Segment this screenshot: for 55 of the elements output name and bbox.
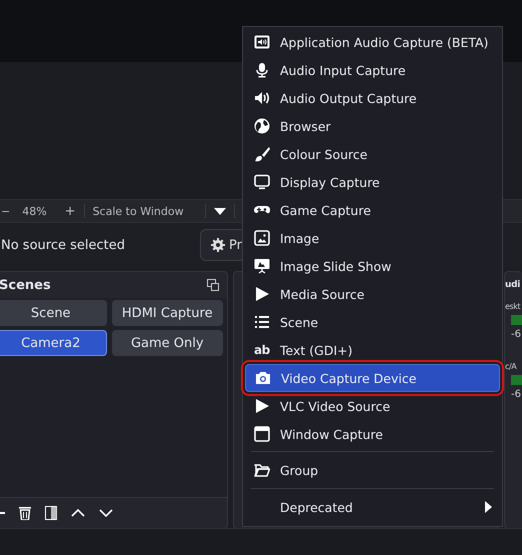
volume-meter — [511, 315, 522, 325]
image-icon — [254, 230, 270, 246]
camera-icon — [255, 370, 271, 386]
scene-button[interactable]: Camera2 — [0, 330, 106, 356]
dropdown-caret-icon — [214, 208, 226, 214]
scene-button[interactable]: Game Only — [112, 330, 223, 356]
zoom-level: 48% — [22, 204, 47, 218]
list-icon — [254, 314, 270, 330]
panel-title: udi — [505, 280, 520, 290]
submenu-item[interactable]: Deprecated — [245, 492, 500, 522]
volume-meter — [511, 375, 522, 385]
zoom-in-button[interactable]: + — [64, 204, 76, 218]
globe-icon — [254, 118, 270, 134]
menu-item[interactable]: Media Source — [245, 280, 500, 308]
brush-icon — [254, 146, 270, 162]
menu-item[interactable]: Application Audio Capture (BETA) — [245, 28, 500, 56]
window-icon — [254, 426, 270, 442]
no-source-label: No source selected — [1, 238, 126, 252]
scale-mode-dropdown[interactable]: Scale to Window — [92, 204, 184, 218]
menu-item[interactable]: Window Capture — [245, 420, 500, 448]
folder-icon — [254, 462, 270, 478]
scene-button[interactable]: HDMI Capture — [112, 300, 223, 326]
menu-item[interactable]: Image — [245, 224, 500, 252]
menu-item[interactable]: Group — [245, 455, 500, 485]
gear-icon — [211, 238, 225, 252]
meter-scale-label: -6 — [510, 389, 522, 400]
channel-name: eskt — [505, 302, 522, 311]
menu-item[interactable]: VLC Video Source — [245, 392, 500, 420]
channel-name: c/A — [505, 362, 518, 371]
play-icon — [254, 398, 270, 414]
play-icon — [254, 286, 270, 302]
menu-item[interactable]: Scene — [245, 308, 500, 336]
menu-item[interactable]: Image Slide Show — [245, 252, 500, 280]
trash-icon — [19, 506, 31, 520]
meter-scale-label: -6 — [510, 329, 522, 340]
menu-item[interactable]: Game Capture — [245, 196, 500, 224]
speaker-icon — [254, 90, 270, 106]
panel-title: Scenes — [0, 278, 51, 292]
move-down-icon — [99, 509, 113, 517]
slideshow-icon — [254, 258, 270, 274]
scene-button[interactable]: Scene — [0, 300, 106, 326]
undock-icon — [207, 279, 219, 291]
menu-item[interactable]: Audio Input Capture — [245, 56, 500, 84]
microphone-icon — [254, 62, 270, 78]
monitor-icon — [254, 174, 270, 190]
menu-item[interactable]: Display Capture — [245, 168, 500, 196]
move-up-icon — [71, 509, 85, 517]
speaker-window-icon — [254, 34, 270, 50]
menu-item[interactable]: Browser — [245, 112, 500, 140]
filter-icon — [45, 506, 57, 520]
menu-item[interactable]: ab Text (GDI+) — [245, 336, 500, 364]
menu-item[interactable]: Colour Source — [245, 140, 500, 168]
menu-item[interactable]: Audio Output Capture — [245, 84, 500, 112]
zoom-out-button[interactable]: − — [1, 204, 10, 218]
submenu-arrow-icon — [485, 501, 492, 513]
